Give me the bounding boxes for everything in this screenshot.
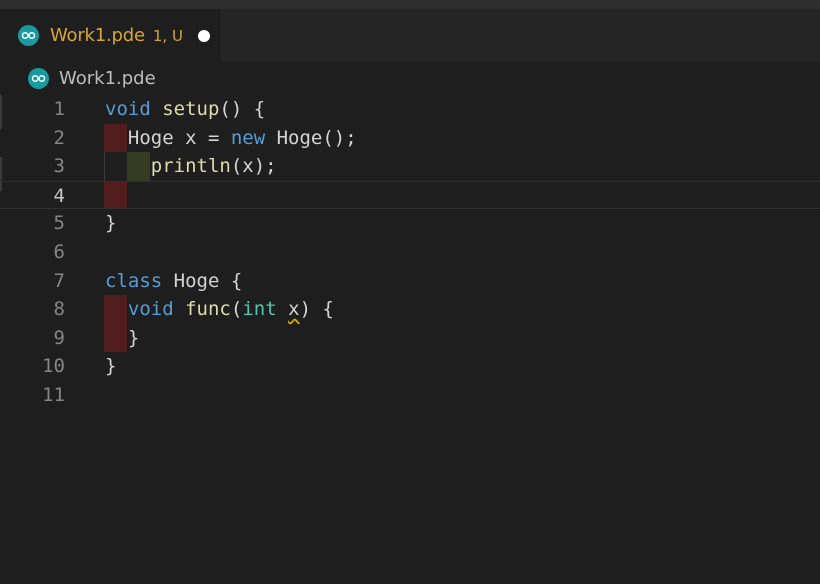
warning-token: x <box>288 298 300 321</box>
keyword-token: class <box>105 269 163 292</box>
code-token: } <box>105 212 117 235</box>
unsaved-dot-icon[interactable] <box>197 29 210 42</box>
line-number: 6 <box>53 241 65 263</box>
code-token: ) { <box>299 298 334 321</box>
code-line[interactable]: 2 Hoge x = new Hoge(); <box>0 124 820 153</box>
code-token: Hoge x = <box>105 126 231 149</box>
code-token: } <box>105 355 117 378</box>
code-text: } <box>105 209 116 238</box>
tab-title: Work1.pde <box>50 25 145 46</box>
code-token: Hoge(); <box>265 126 357 149</box>
code-token: Hoge { <box>162 269 243 292</box>
line-number: 7 <box>53 269 65 292</box>
tab-status-badge: 1, U <box>152 26 183 45</box>
code-line[interactable]: 4 <box>0 180 820 210</box>
code-line[interactable]: 7 class Hoge { <box>0 267 820 296</box>
window-top-strip <box>0 0 820 9</box>
code-line[interactable]: 5} <box>0 209 820 238</box>
line-number: 1 <box>53 98 65 120</box>
line-number: 3 <box>53 155 65 178</box>
code-text: Hoge x = new Hoge(); <box>105 124 357 153</box>
code-text: } <box>105 352 116 381</box>
editor-tab-bar: Work1.pde 1, U <box>0 9 820 62</box>
function-token: println <box>150 155 231 178</box>
line-number: 4 <box>53 184 65 207</box>
code-token: ( <box>230 298 243 321</box>
code-token: } <box>105 326 140 349</box>
code-text: void func(int x) { <box>105 295 334 324</box>
tab-work1-pde[interactable]: Work1.pde 1, U <box>0 9 221 62</box>
arduino-icon <box>28 67 49 89</box>
line-number: 10 <box>42 355 65 378</box>
line-number: 5 <box>53 212 65 235</box>
type-token: int <box>242 298 277 321</box>
code-text: void setup() { <box>105 95 265 124</box>
line-number: 8 <box>53 298 65 321</box>
keyword-token: void <box>105 98 151 120</box>
code-line[interactable]: 3 println(x); <box>0 152 820 181</box>
code-line[interactable]: 9 } <box>0 324 820 353</box>
code-line[interactable]: 6 <box>0 238 820 267</box>
code-line[interactable]: 1 void setup() { <box>0 95 820 124</box>
line-number: 9 <box>53 326 65 349</box>
function-token: func <box>185 298 231 321</box>
code-line[interactable]: 11 <box>0 381 820 410</box>
code-token: () { <box>219 98 266 120</box>
code-line[interactable]: 10} <box>0 352 820 381</box>
function-token: setup <box>162 98 220 120</box>
code-text: class Hoge { <box>105 267 242 296</box>
code-token: (x); <box>230 155 277 178</box>
code-text: } <box>105 324 139 353</box>
code-line[interactable]: 8 void func(int x) { <box>0 295 820 324</box>
code-editor[interactable]: 1 void setup() {2 Hoge x = new Hoge(); 3 p… <box>0 95 820 584</box>
line-number: 2 <box>53 126 65 149</box>
arduino-icon <box>18 25 39 46</box>
breadcrumb-file[interactable]: Work1.pde <box>59 68 156 89</box>
line-number: 11 <box>42 384 65 406</box>
keyword-token: void <box>127 298 174 321</box>
keyword-token: new <box>230 126 266 149</box>
breadcrumb: Work1.pde <box>0 62 820 94</box>
code-text: println(x); <box>105 152 277 181</box>
